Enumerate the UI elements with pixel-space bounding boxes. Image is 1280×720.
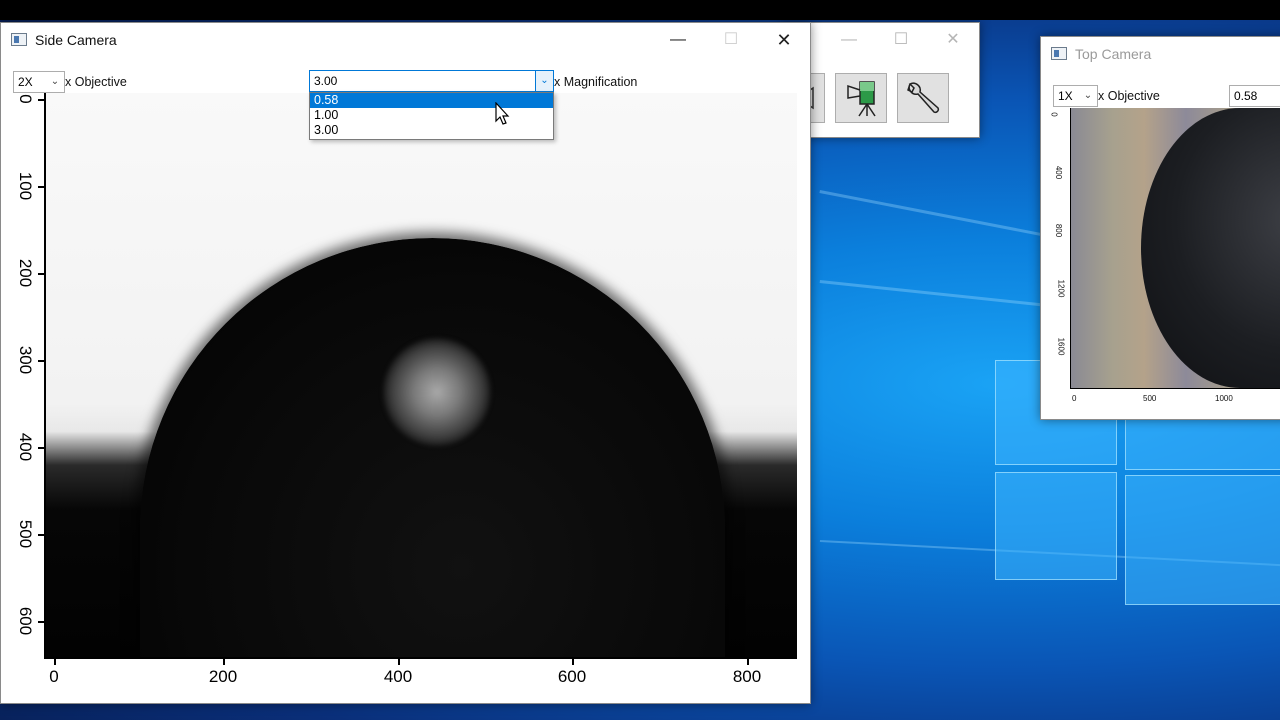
settings-button[interactable] — [897, 73, 949, 123]
y-tick-label: 0 — [16, 94, 35, 104]
y-tick-label: 300 — [16, 345, 35, 375]
y-tick-label: 1600 — [1056, 337, 1066, 356]
x-axis — [44, 657, 797, 659]
maximize-button[interactable]: ☐ — [881, 27, 921, 53]
windows-logo-pane — [995, 472, 1117, 580]
chevron-down-icon: ⌄ — [535, 71, 553, 91]
objective-label: x Objective — [65, 75, 127, 89]
windows-logo-pane — [1125, 475, 1280, 605]
x-tick-label: 0 — [1072, 394, 1077, 403]
side-camera-titlebar: Side Camera — ☐ ✕ — [1, 23, 810, 55]
mouse-cursor-icon — [495, 102, 510, 125]
chevron-down-icon: ⌄ — [50, 76, 60, 87]
window-title: Top Camera — [1075, 46, 1152, 62]
camera-icon — [847, 81, 876, 117]
close-button[interactable]: ✕ — [933, 27, 973, 53]
objective-label: x Objective — [1098, 89, 1160, 103]
x-tick-label: 600 — [557, 667, 587, 686]
magnification-dropdown-list: 0.58 1.00 3.00 — [309, 92, 554, 140]
magnification-select[interactable]: 3.00 ⌄ — [309, 70, 554, 92]
side-camera-image[interactable] — [45, 93, 797, 657]
dropdown-option[interactable]: 0.58 — [310, 93, 553, 108]
y-tick-label: 0 — [1049, 112, 1059, 117]
x-tick — [572, 659, 574, 665]
y-tick — [38, 273, 44, 275]
window-title: Side Camera — [35, 32, 117, 48]
screen-top-bar — [0, 0, 1280, 20]
x-tick — [398, 659, 400, 665]
y-tick-label: 1200 — [1056, 279, 1066, 298]
y-tick — [38, 186, 44, 188]
y-tick — [38, 621, 44, 623]
y-tick-label: 800 — [1054, 223, 1064, 238]
top-magnification-select[interactable]: 0.58 — [1229, 85, 1280, 107]
minimize-button[interactable]: — — [829, 27, 869, 53]
app-window-icon — [1051, 47, 1067, 60]
y-tick-label: 100 — [16, 171, 35, 201]
x-tick — [223, 659, 225, 665]
magnification-label: x Magnification — [554, 75, 638, 89]
droplet-top-view — [1141, 108, 1280, 388]
wrench-icon — [907, 82, 940, 114]
x-tick-label: 1000 — [1215, 394, 1233, 403]
top-objective-select[interactable]: 1X ⌄ — [1053, 85, 1098, 107]
x-tick-label: 200 — [208, 667, 238, 686]
x-tick — [747, 659, 749, 665]
magnification-value: 3.00 — [314, 74, 338, 88]
x-tick-label: 0 — [49, 667, 59, 686]
x-tick — [54, 659, 56, 665]
droplet-silhouette — [140, 238, 725, 657]
y-tick — [38, 447, 44, 449]
y-axis — [44, 93, 46, 658]
y-tick-label: 200 — [16, 258, 35, 288]
y-tick — [38, 99, 44, 101]
y-tick-label: 400 — [1054, 165, 1064, 180]
top-camera-titlebar: Top Camera — [1041, 37, 1280, 69]
maximize-button[interactable]: ☐ — [711, 27, 751, 53]
magnification-value: 0.58 — [1234, 89, 1258, 103]
top-camera-image[interactable] — [1071, 108, 1280, 388]
x-tick-label: 500 — [1143, 394, 1157, 403]
close-button[interactable]: ✕ — [764, 27, 804, 53]
y-tick — [38, 534, 44, 536]
dropdown-option[interactable]: 3.00 — [310, 123, 553, 138]
camera-settings-button[interactable] — [835, 73, 887, 123]
y-tick-label: 400 — [16, 432, 35, 462]
app-window-icon — [11, 33, 27, 46]
y-tick — [38, 360, 44, 362]
chevron-down-icon: ⌄ — [1083, 90, 1093, 101]
dropdown-option[interactable]: 1.00 — [310, 108, 553, 123]
x-tick-label: 400 — [383, 667, 413, 686]
y-axis — [1070, 108, 1071, 388]
y-tick-label: 500 — [16, 519, 35, 549]
minimize-button[interactable]: — — [658, 27, 698, 53]
droplet-reflection — [383, 338, 491, 446]
objective-value: 1X — [1058, 89, 1073, 103]
x-tick-label: 800 — [732, 667, 762, 686]
x-axis — [1070, 388, 1280, 389]
y-tick-label: 600 — [16, 606, 35, 636]
